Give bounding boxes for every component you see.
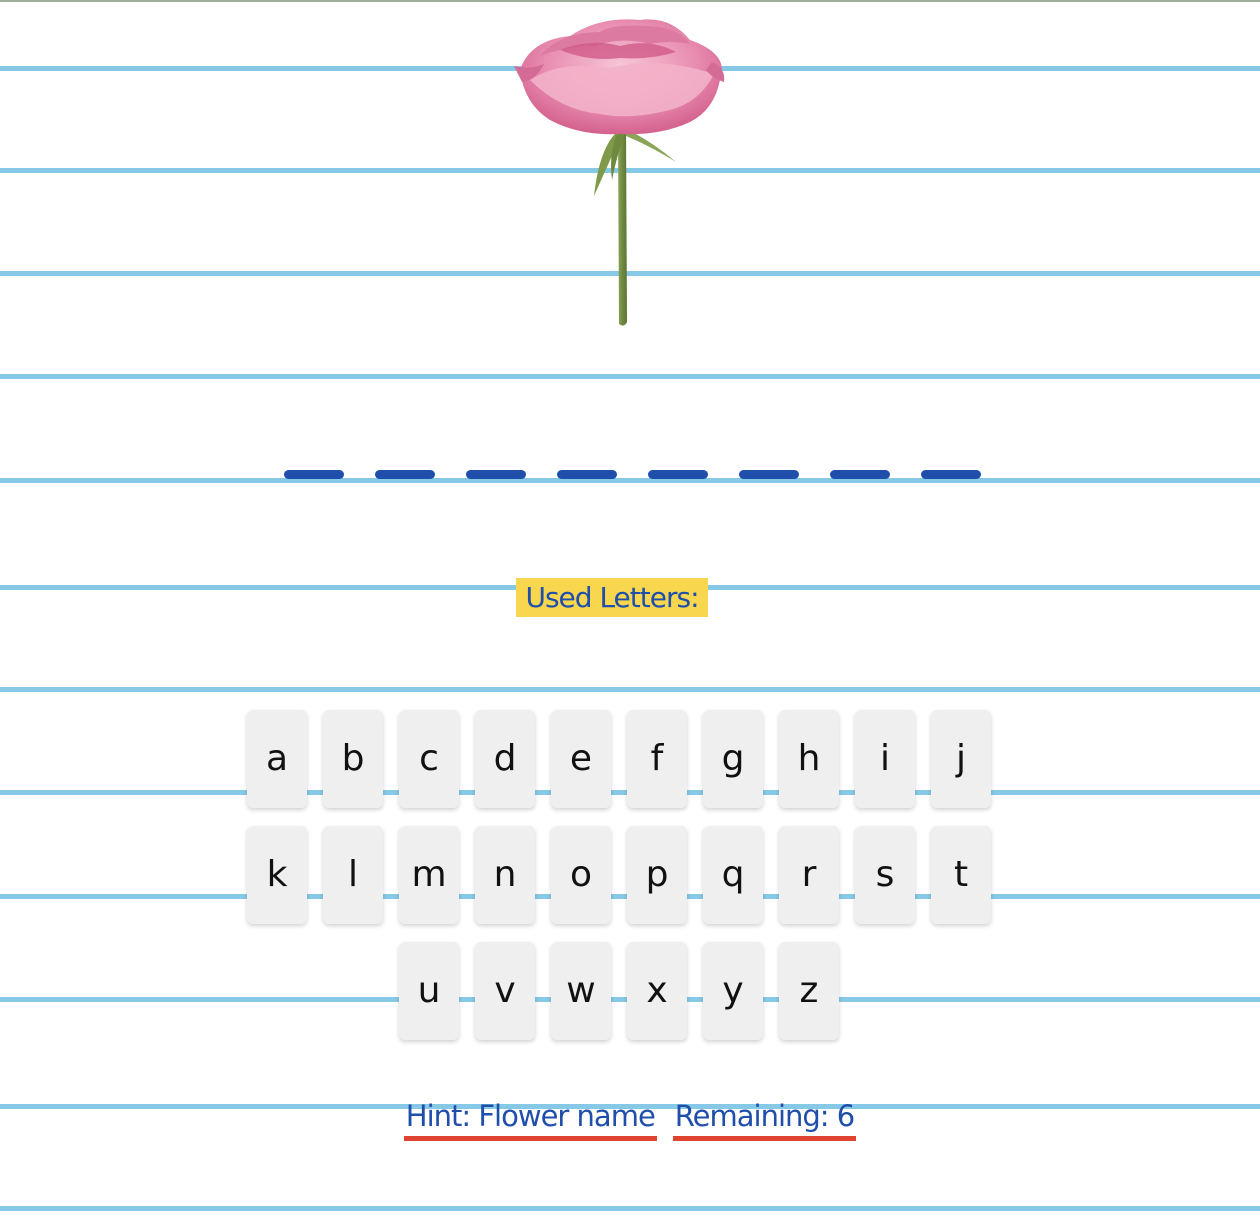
letter-slot xyxy=(830,470,890,479)
letter-key-l[interactable]: l xyxy=(323,826,383,924)
letter-key-n[interactable]: n xyxy=(475,826,535,924)
ruled-line xyxy=(0,374,1260,379)
ruled-line xyxy=(0,1206,1260,1211)
letter-key-i[interactable]: i xyxy=(855,710,915,808)
letter-key-k[interactable]: k xyxy=(247,826,307,924)
letter-slot xyxy=(921,470,981,479)
letter-key-d[interactable]: d xyxy=(475,710,535,808)
footer: Hint: Flower name Remaining: 6 xyxy=(0,1096,1260,1146)
letter-key-v[interactable]: v xyxy=(475,942,535,1040)
letter-key-m[interactable]: m xyxy=(399,826,459,924)
letter-key-c[interactable]: c xyxy=(399,710,459,808)
word-slots xyxy=(0,470,1260,482)
letter-key-t[interactable]: t xyxy=(931,826,991,924)
letter-key-w[interactable]: w xyxy=(551,942,611,1040)
letter-key-h[interactable]: h xyxy=(779,710,839,808)
letter-key-s[interactable]: s xyxy=(855,826,915,924)
letter-key-r[interactable]: r xyxy=(779,826,839,924)
letter-slot xyxy=(648,470,708,479)
letter-key-b[interactable]: b xyxy=(323,710,383,808)
letter-key-j[interactable]: j xyxy=(931,710,991,808)
letter-key-g[interactable]: g xyxy=(703,710,763,808)
letter-key-o[interactable]: o xyxy=(551,826,611,924)
letter-slot xyxy=(375,470,435,479)
letter-key-e[interactable]: e xyxy=(551,710,611,808)
ruled-line xyxy=(0,687,1260,692)
letter-slot xyxy=(466,470,526,479)
letter-key-f[interactable]: f xyxy=(627,710,687,808)
letter-slot xyxy=(557,470,617,479)
hint-text: Hint: Flower name xyxy=(403,1096,657,1141)
top-border xyxy=(0,0,1260,2)
used-letters-label: Used Letters: xyxy=(516,578,708,617)
letter-key-y[interactable]: y xyxy=(703,942,763,1040)
remaining-count: Remaining: 6 xyxy=(672,1096,857,1141)
letter-key-a[interactable]: a xyxy=(247,710,307,808)
letter-slot xyxy=(739,470,799,479)
letter-key-x[interactable]: x xyxy=(627,942,687,1040)
letter-key-p[interactable]: p xyxy=(627,826,687,924)
letter-key-q[interactable]: q xyxy=(703,826,763,924)
letter-key-u[interactable]: u xyxy=(399,942,459,1040)
letter-slot xyxy=(284,470,344,479)
rose-image xyxy=(514,19,725,326)
letter-key-z[interactable]: z xyxy=(779,942,839,1040)
